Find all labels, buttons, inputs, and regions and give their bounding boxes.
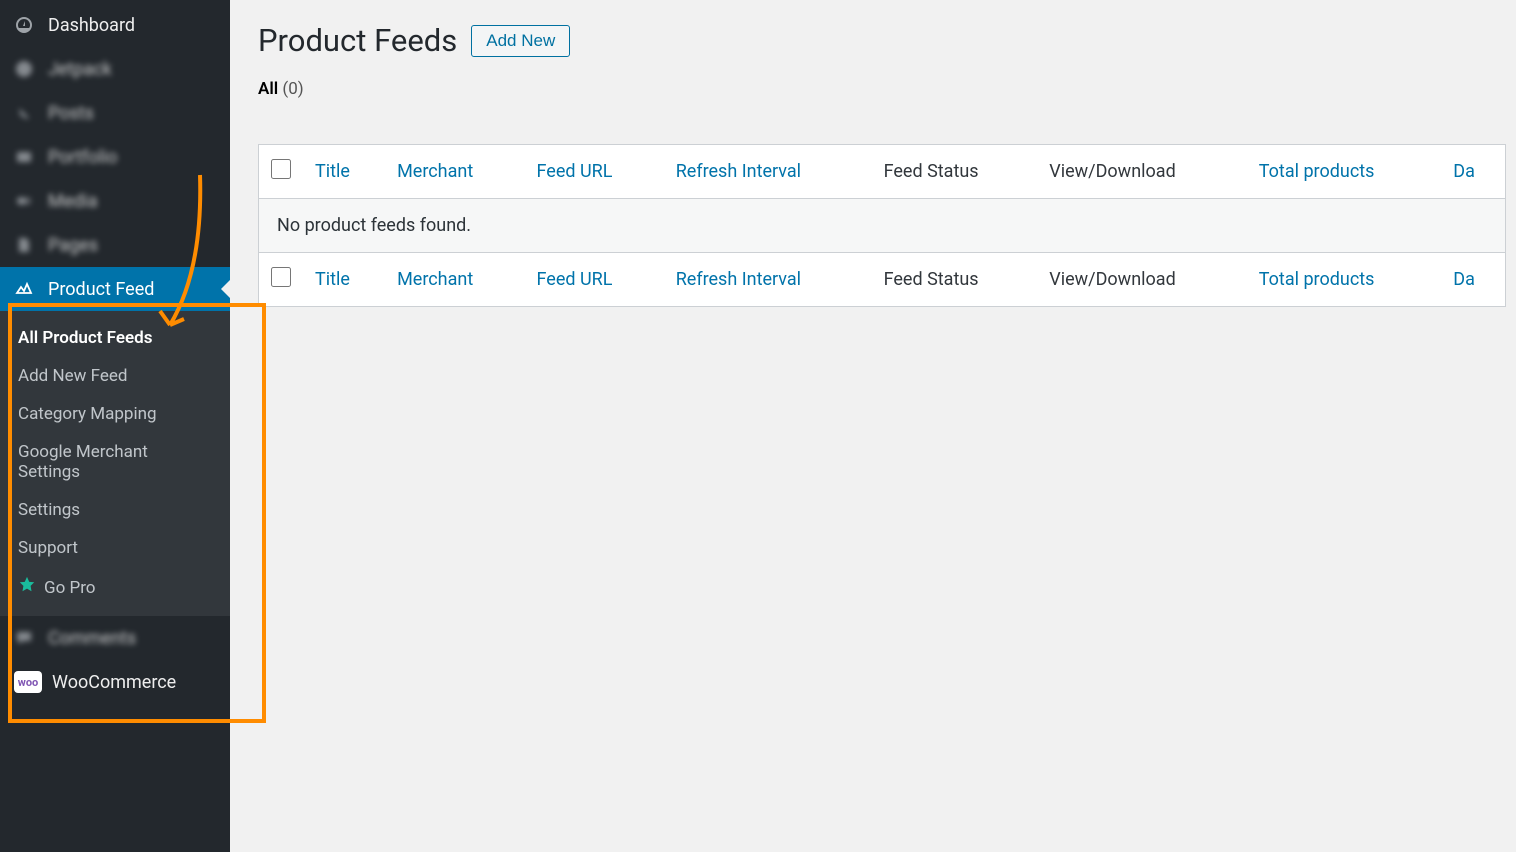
sidebar-label: Comments xyxy=(48,628,136,649)
sidebar-label: Media xyxy=(48,191,98,212)
empty-message: No product feeds found. xyxy=(259,199,1506,253)
col-refresh-interval[interactable]: Refresh Interval xyxy=(664,145,872,199)
sidebar-submenu: All Product Feeds Add New Feed Category … xyxy=(0,311,230,616)
add-new-button[interactable]: Add New xyxy=(471,25,570,57)
sidebar-label: Product Feed xyxy=(48,279,154,300)
sidebar-item-dashboard[interactable]: Dashboard xyxy=(0,3,230,47)
col-refresh-f[interactable]: Refresh Interval xyxy=(664,253,872,307)
sidebar-label: Dashboard xyxy=(48,15,135,36)
col-total-f[interactable]: Total products xyxy=(1247,253,1441,307)
submenu-category-mapping[interactable]: Category Mapping xyxy=(0,395,230,433)
feeds-table: Title Merchant Feed URL Refresh Interval… xyxy=(258,144,1506,307)
col-merchant[interactable]: Merchant xyxy=(385,145,524,199)
sidebar-label: WooCommerce xyxy=(52,672,176,693)
col-view-f: View/Download xyxy=(1037,253,1247,307)
select-all-checkbox-footer[interactable] xyxy=(271,267,291,287)
sidebar-item-jetpack[interactable]: Jetpack xyxy=(0,47,230,91)
filter-all-count: (0) xyxy=(282,79,303,99)
table-header-row: Title Merchant Feed URL Refresh Interval… xyxy=(259,145,1506,199)
pin-icon xyxy=(14,103,38,123)
sidebar-label: Posts xyxy=(48,103,94,124)
sidebar-item-posts[interactable]: Posts xyxy=(0,91,230,135)
sidebar-item-comments[interactable]: Comments xyxy=(0,616,230,660)
page-title: Product Feeds xyxy=(258,22,457,59)
table-footer-row: Title Merchant Feed URL Refresh Interval… xyxy=(259,253,1506,307)
col-date[interactable]: Da xyxy=(1441,145,1505,199)
sidebar-item-woocommerce[interactable]: woo WooCommerce xyxy=(0,660,230,704)
col-date-f[interactable]: Da xyxy=(1441,253,1505,307)
feed-icon xyxy=(14,279,38,299)
submenu-support[interactable]: Support xyxy=(0,529,230,567)
col-feed-url[interactable]: Feed URL xyxy=(525,145,664,199)
submenu-all-feeds[interactable]: All Product Feeds xyxy=(0,319,230,357)
sidebar-item-pages[interactable]: Pages xyxy=(0,223,230,267)
check-all-footer xyxy=(259,253,304,307)
table-empty-row: No product feeds found. xyxy=(259,199,1506,253)
sidebar-label: Jetpack xyxy=(48,59,112,80)
filter-all-link[interactable]: All xyxy=(258,79,278,99)
col-title-f[interactable]: Title xyxy=(303,253,385,307)
woo-icon: woo xyxy=(14,671,42,693)
col-feed-status: Feed Status xyxy=(872,145,1038,199)
col-view-download: View/Download xyxy=(1037,145,1247,199)
sidebar-item-media[interactable]: Media xyxy=(0,179,230,223)
submenu-google-merchant[interactable]: Google Merchant Settings xyxy=(0,433,230,491)
sidebar-item-product-feed[interactable]: Product Feed xyxy=(0,267,230,311)
submenu-go-pro[interactable]: Go Pro xyxy=(0,567,230,608)
sidebar-label: Portfolio xyxy=(48,147,117,168)
submenu-add-new-feed[interactable]: Add New Feed xyxy=(0,357,230,395)
jetpack-icon xyxy=(14,59,38,79)
col-feed-url-f[interactable]: Feed URL xyxy=(525,253,664,307)
admin-sidebar: Dashboard Jetpack Posts Portfolio Media … xyxy=(0,0,230,852)
page-icon xyxy=(14,235,38,255)
star-icon xyxy=(18,576,36,599)
submenu-settings[interactable]: Settings xyxy=(0,491,230,529)
media-icon xyxy=(14,191,38,211)
select-all-checkbox[interactable] xyxy=(271,159,291,179)
col-total-products[interactable]: Total products xyxy=(1247,145,1441,199)
page-header: Product Feeds Add New xyxy=(258,22,1506,59)
check-all-header xyxy=(259,145,304,199)
comment-icon xyxy=(14,628,38,648)
sidebar-label: Pages xyxy=(48,235,98,256)
submenu-label: Go Pro xyxy=(44,578,96,598)
col-title[interactable]: Title xyxy=(303,145,385,199)
main-content: Product Feeds Add New All (0) Title Merc… xyxy=(230,0,1516,852)
portfolio-icon xyxy=(14,147,38,167)
dashboard-icon xyxy=(14,15,38,35)
filter-links: All (0) xyxy=(258,79,1506,99)
sidebar-item-portfolio[interactable]: Portfolio xyxy=(0,135,230,179)
col-status-f: Feed Status xyxy=(872,253,1038,307)
col-merchant-f[interactable]: Merchant xyxy=(385,253,524,307)
